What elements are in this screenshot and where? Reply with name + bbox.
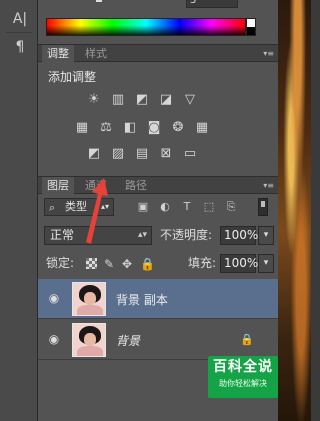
adjustments-title: 添加调整: [48, 70, 97, 84]
tool-divider: [6, 32, 32, 33]
channel-mixer-icon[interactable]: ❂: [170, 120, 186, 136]
layer-name[interactable]: 背景: [116, 332, 140, 349]
fill-label: 填充:: [188, 256, 217, 270]
lock-move-icon[interactable]: ✥: [120, 257, 134, 271]
tool-column: A| ¶: [0, 0, 38, 421]
fill-dropdown-button[interactable]: ▾: [258, 254, 274, 273]
lock-label: 锁定:: [46, 256, 75, 270]
tab-styles[interactable]: 样式: [80, 45, 112, 62]
color-balance-icon[interactable]: ⚖: [98, 120, 114, 136]
black-white-icon[interactable]: ◧: [122, 120, 138, 136]
tab-adjustments[interactable]: 调整: [42, 45, 74, 62]
canvas-image: [278, 0, 311, 421]
watermark-subtitle: 助你轻松解决: [219, 379, 267, 388]
lock-brush-icon[interactable]: ✎: [102, 257, 116, 271]
paragraph-panel-icon[interactable]: ¶: [11, 38, 29, 56]
watermark-title: 百科全说: [213, 359, 273, 375]
curves-icon[interactable]: ◩: [134, 92, 150, 108]
lock-icon: 🔒: [240, 333, 254, 346]
color-panel: 3: [38, 0, 278, 42]
threshold-icon[interactable]: ▤: [134, 146, 150, 162]
filter-adjustment-icon[interactable]: ◐: [158, 200, 172, 214]
filter-toggle[interactable]: [258, 198, 268, 216]
hue-saturation-icon[interactable]: ▦: [74, 120, 90, 136]
filter-pixel-icon[interactable]: ▣: [136, 200, 150, 214]
blend-mode-value: 正常: [50, 228, 75, 242]
color-spectrum[interactable]: [46, 18, 246, 36]
layer-row-background[interactable]: ◉ 背景 🔒: [38, 320, 278, 360]
selective-color-icon[interactable]: ⊠: [158, 146, 174, 162]
color-mode-icon[interactable]: [96, 0, 102, 2]
layers-tabbar: 图层 通道 路径 ▾≡: [38, 176, 278, 194]
layer-row-background-copy[interactable]: ◉ 背景 副本: [38, 279, 278, 319]
posterize-icon[interactable]: ▨: [110, 146, 126, 162]
gradient-map-icon[interactable]: ▭: [182, 146, 198, 162]
layers-panel-menu-icon[interactable]: ▾≡: [260, 181, 274, 190]
layer-name[interactable]: 背景 副本: [116, 291, 168, 308]
annotation-arrow: [86, 178, 108, 244]
levels-icon[interactable]: ▥: [110, 92, 126, 108]
eye-icon[interactable]: ◉: [47, 292, 61, 304]
character-panel-icon[interactable]: A|: [11, 10, 29, 28]
filter-shape-icon[interactable]: ⬚: [202, 200, 216, 214]
brightness-icon[interactable]: ☀: [86, 92, 102, 108]
opacity-label: 不透明度:: [160, 228, 213, 242]
opacity-dropdown-button[interactable]: ▾: [258, 226, 274, 245]
vibrance-icon[interactable]: ▽: [182, 92, 198, 108]
layer-thumbnail: [72, 323, 106, 357]
opacity-field[interactable]: 100%: [220, 226, 258, 245]
tab-paths[interactable]: 路径: [120, 177, 152, 194]
black-white-swatch[interactable]: [246, 18, 256, 36]
lock-all-icon[interactable]: 🔒: [140, 257, 155, 271]
lock-transparency-icon[interactable]: [86, 258, 97, 269]
photo-filter-icon[interactable]: ◙: [146, 120, 162, 136]
watermark-logo: 百科全说 助你轻松解决: [208, 356, 278, 398]
invert-icon[interactable]: ◩: [86, 146, 102, 162]
panel-menu-icon[interactable]: ▾≡: [260, 49, 274, 58]
search-icon: ⌕: [49, 201, 56, 214]
filter-smart-object-icon[interactable]: ⎘: [224, 200, 238, 214]
exposure-icon[interactable]: ◪: [158, 92, 174, 108]
filter-type-icon[interactable]: T: [180, 200, 194, 214]
adjustments-tabbar: 调整 样式 ▾≡: [38, 44, 278, 62]
color-value-field[interactable]: 3: [186, 0, 238, 8]
layer-thumbnail: [72, 282, 106, 316]
tab-layers[interactable]: 图层: [42, 177, 74, 194]
chevron-updown-icon: ▴▾: [137, 230, 147, 240]
eye-icon[interactable]: ◉: [47, 333, 61, 345]
fill-field[interactable]: 100%: [220, 254, 258, 273]
color-lookup-icon[interactable]: ▦: [194, 120, 210, 136]
